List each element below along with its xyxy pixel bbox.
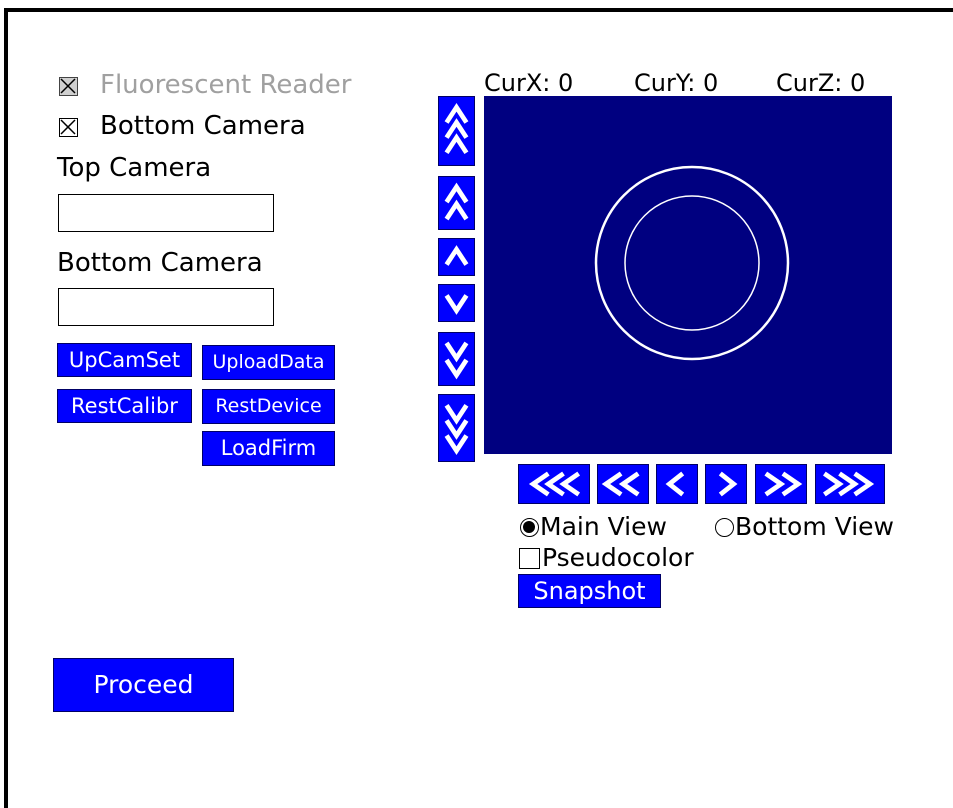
target-circles [594,165,790,361]
proceed-button[interactable]: Proceed [53,658,234,712]
main-view-radio[interactable] [520,518,539,537]
triple-left-arrow-icon[interactable] [518,464,590,504]
bottom-camera-label: Bottom Camera [100,111,306,141]
fluorescent-reader-label: Fluorescent Reader [100,70,352,100]
top-camera-input[interactable] [58,194,274,232]
cur-y-readout: CurY: 0 [634,69,719,97]
main-view-label: Main View [540,512,667,541]
triple-up-arrow-icon[interactable] [438,96,475,166]
double-up-arrow-icon[interactable] [438,176,475,230]
triple-down-arrow-icon[interactable] [438,394,475,462]
cur-x-readout: CurX: 0 [484,69,574,97]
left-arrow-icon[interactable] [656,464,698,504]
right-arrow-icon[interactable] [705,464,747,504]
double-left-arrow-icon[interactable] [597,464,649,504]
bottom-camera-input[interactable] [58,288,274,326]
check-x-icon [60,78,76,94]
restcalibr-button[interactable]: RestCalibr [57,389,192,423]
check-x-icon [60,119,76,135]
up-arrow-icon[interactable] [438,238,475,276]
pseudocolor-label: Pseudocolor [542,543,694,572]
triple-right-arrow-icon[interactable] [815,464,885,504]
restdevice-button[interactable]: RestDevice [202,389,335,424]
bottom-view-label: Bottom View [735,512,894,541]
double-down-arrow-icon[interactable] [438,332,475,386]
uploaddata-button[interactable]: UploadData [202,345,335,380]
top-camera-label: Top Camera [57,153,212,183]
snapshot-button[interactable]: Snapshot [518,574,661,608]
pseudocolor-checkbox[interactable] [519,548,540,569]
cur-z-readout: CurZ: 0 [776,69,866,97]
bottom-view-radio[interactable] [715,518,734,537]
bottom-camera-checkbox[interactable] [59,118,78,137]
bottom-camera-field-label: Bottom Camera [57,248,263,278]
loadfirm-button[interactable]: LoadFirm [202,431,335,466]
down-arrow-icon[interactable] [438,284,475,322]
double-right-arrow-icon[interactable] [755,464,807,504]
camera-view[interactable] [484,96,892,454]
upcamset-button[interactable]: UpCamSet [57,343,192,377]
fluorescent-reader-checkbox[interactable] [59,77,78,96]
